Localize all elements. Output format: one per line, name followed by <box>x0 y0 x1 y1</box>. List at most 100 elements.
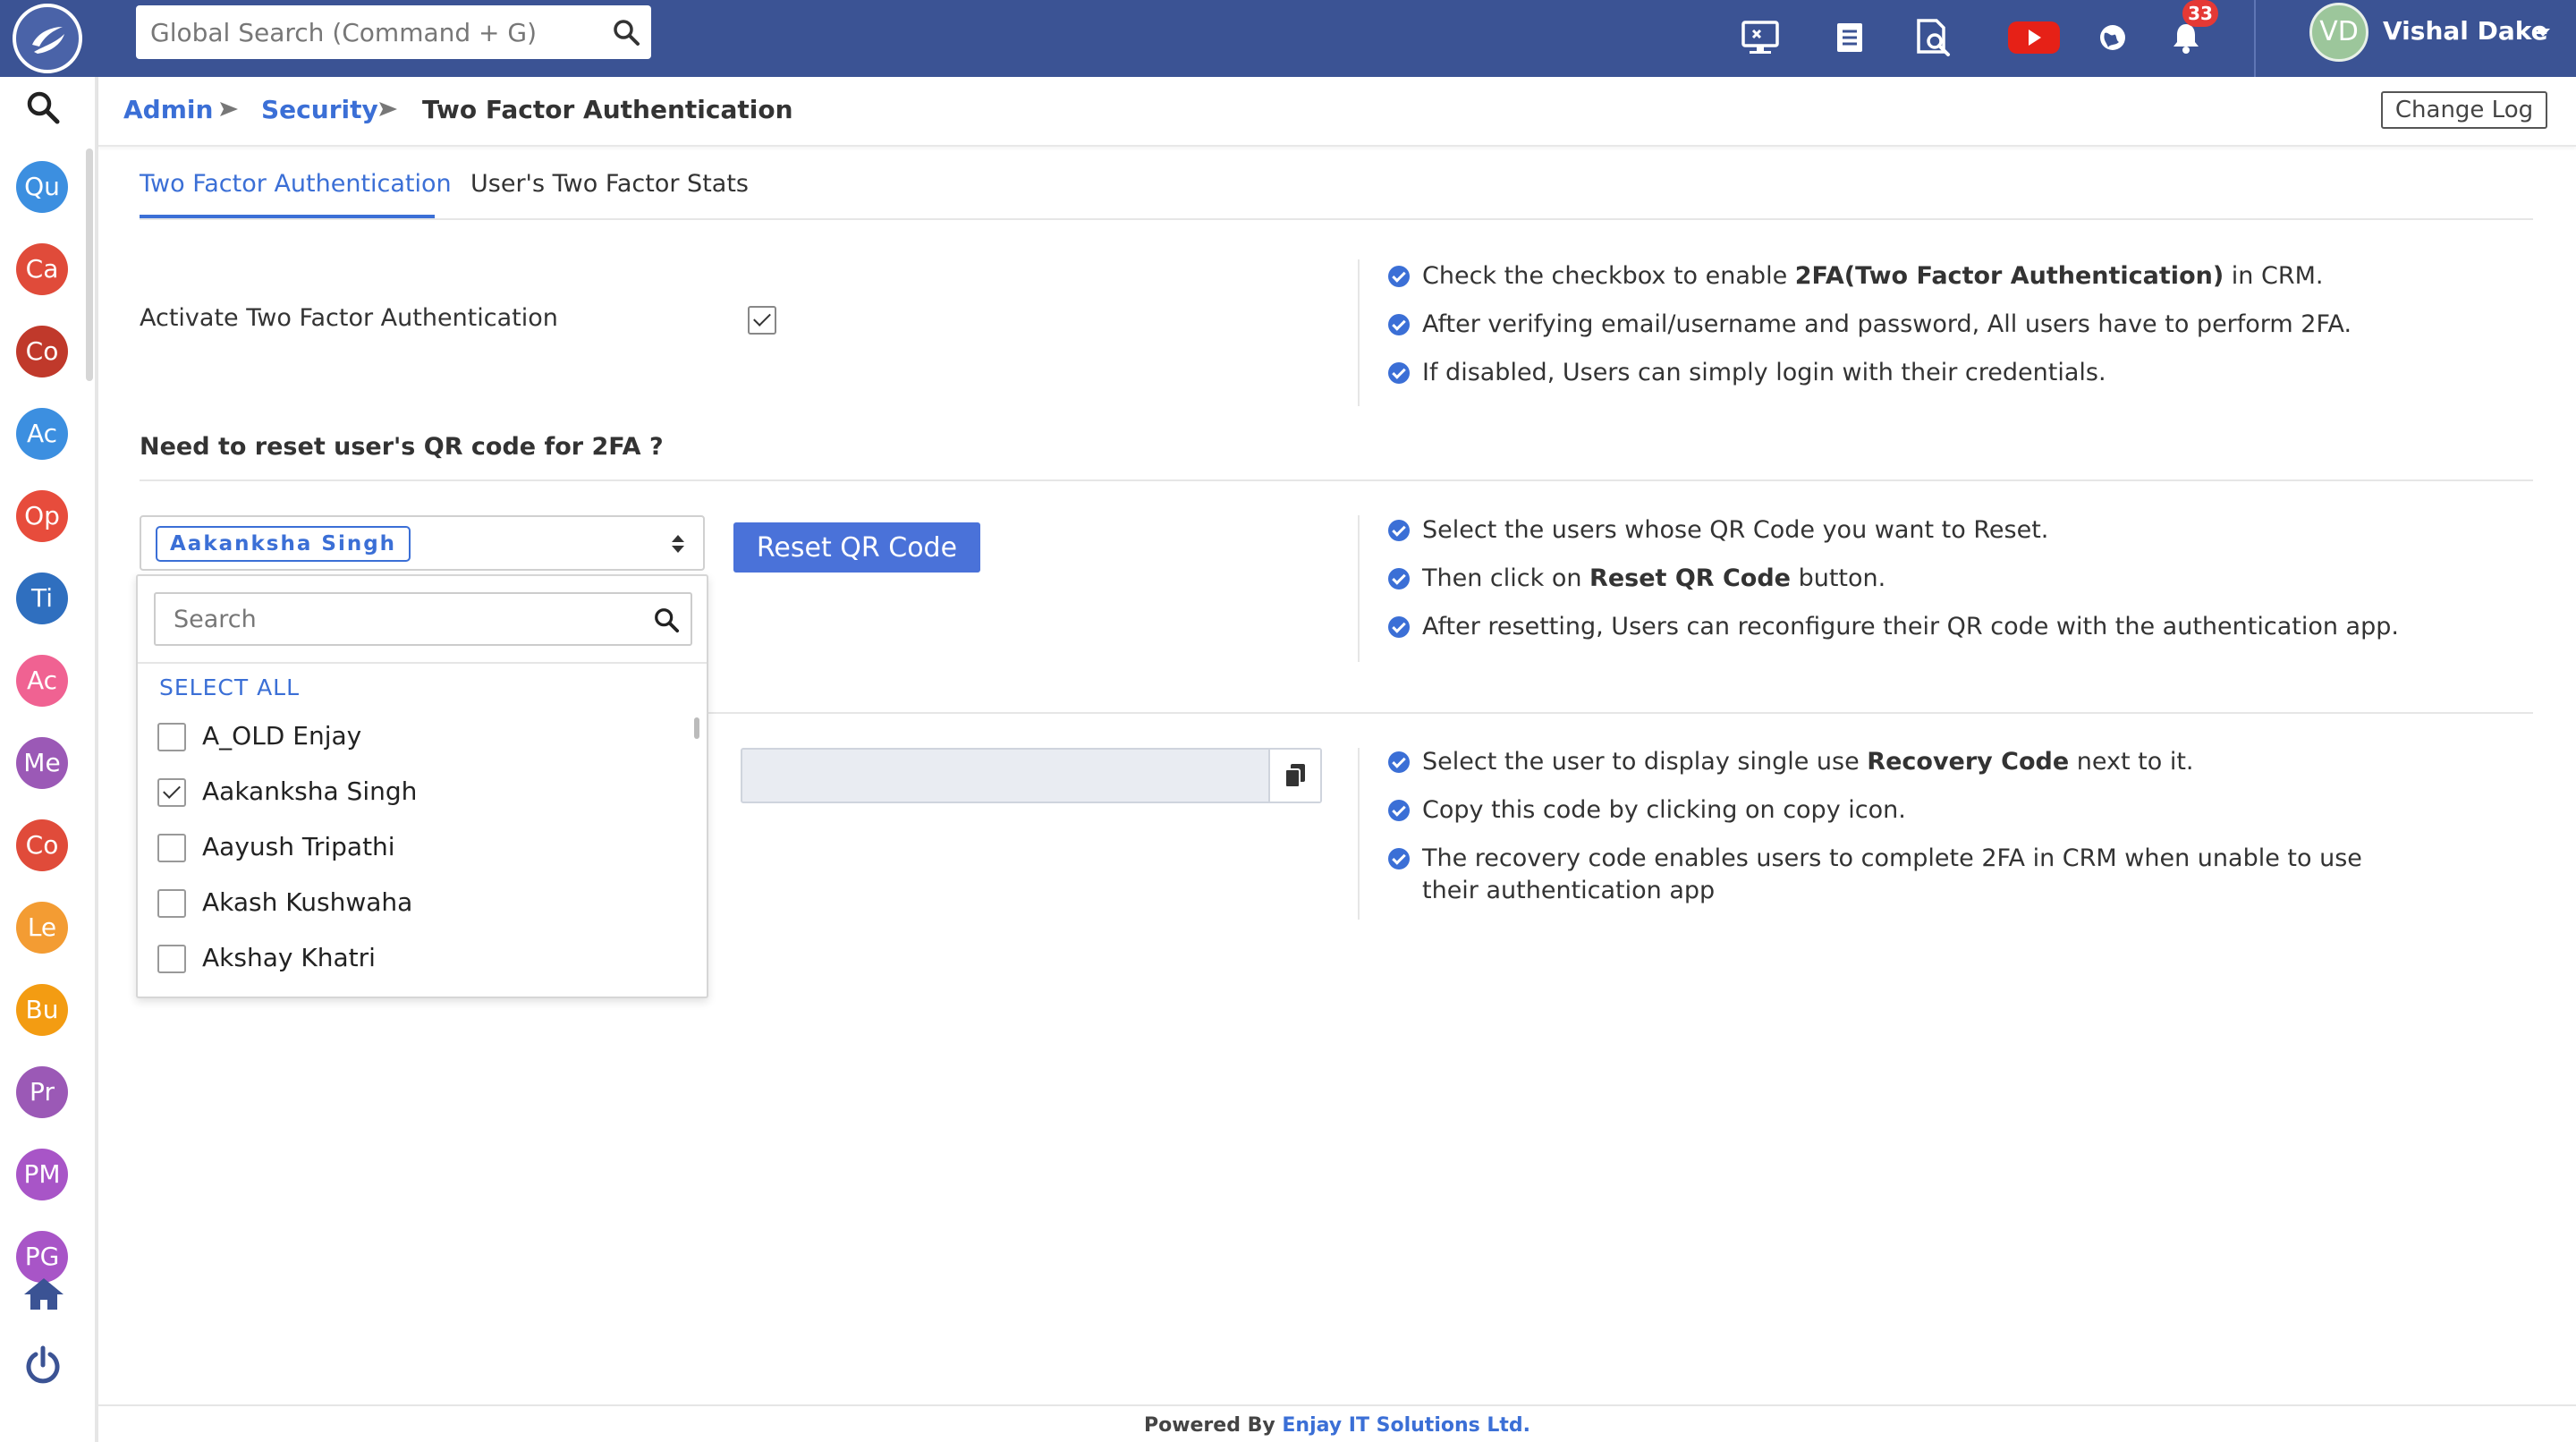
check-circle-icon <box>1388 314 1410 335</box>
power-icon[interactable] <box>23 1345 63 1388</box>
user-option-label: Akshay Khatri <box>202 943 376 972</box>
select-all-link[interactable]: SELECT ALL <box>159 674 300 700</box>
dropdown-divider <box>138 662 707 664</box>
info-text-part: button. <box>1791 564 1886 592</box>
info-text: The recovery code enables users to compl… <box>1422 843 2406 907</box>
search-icon[interactable] <box>653 606 680 637</box>
user-option-checkbox[interactable] <box>157 889 186 918</box>
user-option-label: Aakanksha Singh <box>202 776 418 806</box>
breadcrumb-admin[interactable]: Admin <box>123 95 213 124</box>
check-circle-icon <box>1388 751 1410 773</box>
check-circle-icon <box>1388 616 1410 638</box>
info-text-part: If disabled, Users can simply login with… <box>1422 359 2106 386</box>
info-text-part: in CRM. <box>2224 262 2324 290</box>
user-avatar[interactable]: VD <box>2309 3 2368 62</box>
info-text-emphasis: 2FA(Two Factor Authentication) <box>1794 262 2224 290</box>
user-option-label: Aayush Tripathi <box>202 832 395 861</box>
sidebar-module-pm[interactable]: PM <box>16 1149 68 1200</box>
dropdown-search-input[interactable] <box>156 594 639 644</box>
selected-user-chip[interactable]: Aakanksha Singh <box>156 526 411 562</box>
check-circle-icon <box>1388 362 1410 384</box>
sidebar: Qu Ca Co Ac Op Ti Ac Me Co Le Bu Pr PM PG <box>0 77 98 1442</box>
sidebar-scrollbar[interactable] <box>86 148 93 381</box>
info-text: Check the checkbox to enable 2FA(Two Fac… <box>1422 260 2323 293</box>
global-search[interactable] <box>136 5 651 59</box>
tab-two-factor-authentication[interactable]: Two Factor Authentication <box>140 170 452 198</box>
user-option-label: Akash Kushwaha <box>202 887 413 917</box>
section-divider <box>140 479 2533 481</box>
user-name[interactable]: Vishal Dake <box>2383 16 2548 46</box>
breadcrumb-current: Two Factor Authentication <box>422 95 793 124</box>
user-option-label: A_OLD Enjay <box>202 721 362 751</box>
recovery-code-field[interactable] <box>741 748 1322 803</box>
dropdown-search[interactable] <box>154 592 692 646</box>
info-text: After resetting, Users can reconfigure t… <box>1422 611 2399 643</box>
section-divider <box>1358 259 1360 406</box>
footer-prefix: Powered By <box>1143 1414 1283 1437</box>
sidebar-module-bu[interactable]: Bu <box>16 984 68 1036</box>
chevron-right-icon <box>218 100 240 122</box>
monitor-icon[interactable] <box>1739 16 1782 59</box>
section-divider <box>707 712 2533 714</box>
reset-qr-code-button[interactable]: Reset QR Code <box>733 522 980 573</box>
info-text-part: Check the checkbox to enable <box>1422 262 1795 290</box>
user-option-checkbox[interactable] <box>157 834 186 862</box>
tab-divider <box>140 218 2533 220</box>
copy-icon[interactable] <box>1268 750 1320 802</box>
sidebar-module-ac[interactable]: Ac <box>16 655 68 707</box>
check-circle-icon <box>1388 568 1410 590</box>
footer: Powered By Enjay IT Solutions Ltd. <box>98 1404 2576 1442</box>
check-circle-icon <box>1388 800 1410 821</box>
info-text-part: Copy this code by clicking on copy icon. <box>1422 796 1906 824</box>
app-logo[interactable] <box>13 4 82 73</box>
search-icon[interactable] <box>25 89 61 129</box>
breadcrumb-security[interactable]: Security <box>261 95 378 124</box>
search-icon[interactable] <box>612 18 640 50</box>
list-icon[interactable] <box>1828 16 1871 59</box>
sidebar-module-op[interactable]: Op <box>16 490 68 542</box>
sidebar-module-pr[interactable]: Pr <box>16 1066 68 1118</box>
activate-2fa-checkbox[interactable] <box>748 306 776 335</box>
sidebar-module-qu[interactable]: Qu <box>16 161 68 213</box>
youtube-icon[interactable] <box>2007 16 2061 59</box>
recovery-code-input[interactable] <box>742 750 1270 802</box>
sidebar-module-me[interactable]: Me <box>16 737 68 789</box>
info-text-part: Select the users whose QR Code you want … <box>1422 516 2049 544</box>
topbar-divider <box>2254 0 2256 77</box>
global-search-input[interactable] <box>136 5 601 59</box>
user-multiselect[interactable]: Aakanksha Singh <box>140 515 705 571</box>
info-text-part: The recovery code enables users to compl… <box>1422 844 2362 904</box>
info-text: Copy this code by clicking on copy icon. <box>1422 794 1906 827</box>
change-log-button[interactable]: Change Log <box>2381 91 2547 129</box>
footer-company-link[interactable]: Enjay IT Solutions Ltd. <box>1282 1414 1530 1437</box>
user-option-checkbox[interactable] <box>157 723 186 751</box>
sidebar-module-ti[interactable]: Ti <box>16 573 68 624</box>
section-divider <box>1358 748 1360 920</box>
sidebar-module-ca[interactable]: Ca <box>16 243 68 295</box>
user-option-checkbox[interactable] <box>157 778 186 807</box>
info-text: Then click on Reset QR Code button. <box>1422 563 1885 595</box>
notification-badge: 33 <box>2182 0 2218 27</box>
sidebar-module-ac[interactable]: Ac <box>16 408 68 460</box>
home-icon[interactable] <box>21 1276 66 1315</box>
info-text-part: Select the user to display single use <box>1422 748 1868 776</box>
user-option-checkbox[interactable] <box>157 945 186 973</box>
active-tab-indicator <box>140 215 435 218</box>
check-circle-icon <box>1388 520 1410 541</box>
info-text-part: Then click on <box>1422 564 1590 592</box>
tab-users-two-factor-stats[interactable]: User's Two Factor Stats <box>470 170 749 198</box>
info-text: Select the users whose QR Code you want … <box>1422 514 2048 547</box>
dropdown-scrollbar[interactable] <box>694 717 699 739</box>
reset-qr-heading: Need to reset user's QR code for 2FA ? <box>140 433 664 461</box>
sidebar-module-le[interactable]: Le <box>16 902 68 954</box>
document-search-icon[interactable] <box>1912 16 1955 59</box>
sidebar-module-co[interactable]: Co <box>16 819 68 871</box>
info-text: Select the user to display single use Re… <box>1422 746 2194 778</box>
section-divider <box>1358 515 1360 662</box>
globe-icon[interactable] <box>2091 16 2134 59</box>
chevron-down-icon[interactable] <box>2535 25 2551 42</box>
info-text-emphasis: Recovery Code <box>1867 748 2070 776</box>
sidebar-module-co[interactable]: Co <box>16 326 68 377</box>
sort-caret-icon[interactable] <box>671 533 685 558</box>
info-text-part: After resetting, Users can reconfigure t… <box>1422 613 2399 640</box>
